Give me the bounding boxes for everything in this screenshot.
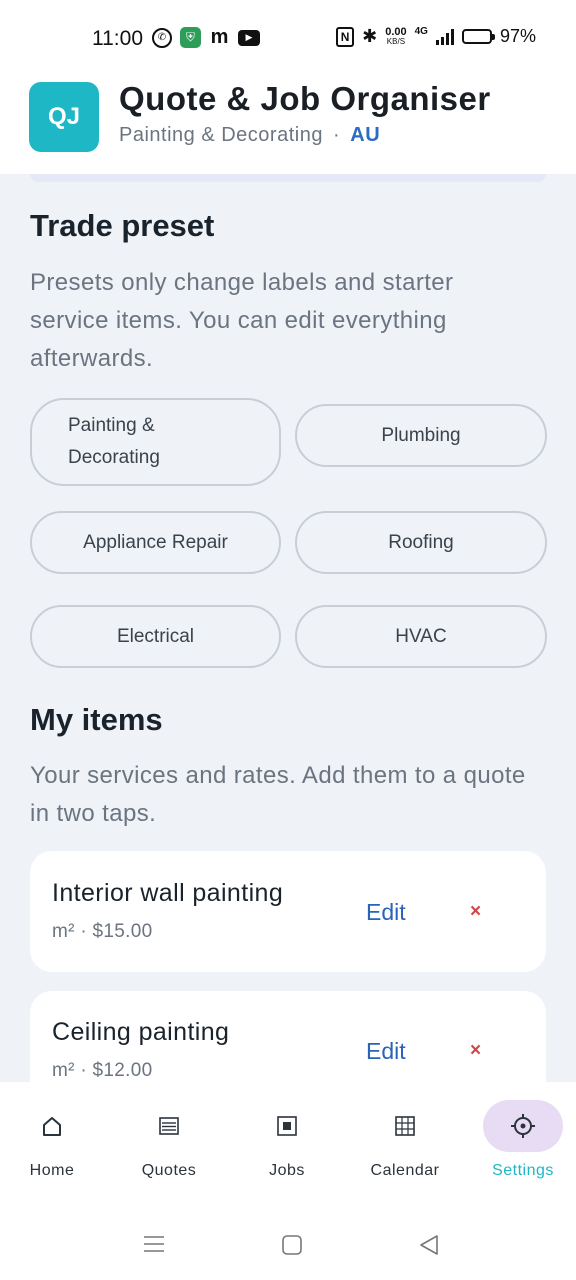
nav-label: Settings	[492, 1162, 554, 1179]
region-code: AU	[350, 124, 381, 146]
nav-calendar[interactable]: Calendar	[355, 1100, 455, 1184]
notification-icons: ✆ ⛨ m ▶	[152, 26, 260, 48]
menu-icon[interactable]	[144, 1235, 164, 1253]
item-meta: m² · $15.00	[52, 921, 153, 942]
item-meta: m² · $12.00	[52, 1060, 153, 1081]
network-type: 4G	[414, 26, 428, 37]
nav-home[interactable]: Home	[2, 1100, 102, 1184]
my-items-title: My items	[30, 702, 163, 737]
preset-chip-painting-decorating[interactable]: Painting & Decorating	[30, 398, 281, 486]
my-items-description: Your services and rates. Add them to a q…	[30, 762, 526, 827]
system-status-icons: N ✱ 0.00 KB/S 4G 97%	[336, 26, 536, 47]
nav-label: Home	[29, 1162, 75, 1179]
battery-percent: 97%	[499, 26, 536, 46]
edit-item-button[interactable]: Edit	[366, 1038, 406, 1065]
nfc-icon: N	[336, 26, 355, 47]
nav-settings-icon-wrap	[483, 1100, 563, 1152]
edit-item-button[interactable]: Edit	[366, 899, 406, 926]
system-navigation-bar	[0, 1200, 576, 1280]
chip-label: Plumbing	[381, 424, 461, 446]
nav-settings[interactable]: Settings	[473, 1100, 573, 1184]
chip-label: Electrical	[116, 625, 195, 647]
viber-icon: ✆	[152, 27, 172, 48]
app-header: QJ Quote & Job Organiser Painting & Deco…	[0, 76, 576, 174]
preset-chip-appliance-repair[interactable]: Appliance Repair	[30, 511, 281, 574]
nav-quotes-icon-wrap	[129, 1100, 209, 1152]
nav-label: Quotes	[141, 1162, 197, 1179]
home-icon	[43, 1117, 61, 1136]
calendar-grid-icon	[395, 1116, 415, 1136]
app-logo: QJ	[29, 82, 99, 152]
nav-label: Calendar	[370, 1162, 440, 1179]
battery-icon	[461, 29, 495, 44]
item-card[interactable]: Interior wall painting m² · $15.00 Edit …	[30, 851, 546, 972]
delete-item-button[interactable]: ×	[470, 1040, 481, 1062]
home-square-icon[interactable]	[282, 1235, 302, 1255]
net-speed-value: 0.00	[385, 25, 407, 38]
bottom-navigation: Home Quotes Jobs Calendar Settings	[0, 1082, 576, 1200]
trade-name: Painting & Decorating	[119, 124, 323, 146]
preset-chip-hvac[interactable]: HVAC	[295, 605, 547, 668]
subtitle-separator: ·	[333, 124, 341, 146]
nav-calendar-icon-wrap	[365, 1100, 445, 1152]
youtube-icon: ▶	[238, 29, 260, 46]
app-title: Quote & Job Organiser	[119, 80, 491, 117]
nav-home-icon-wrap	[12, 1100, 92, 1152]
item-name: Interior wall painting	[52, 879, 284, 907]
previous-card-edge	[30, 174, 546, 182]
preset-chip-roofing[interactable]: Roofing	[295, 511, 547, 574]
gear-icon	[511, 1114, 535, 1138]
shield-icon: ⛨	[180, 27, 201, 48]
nav-jobs[interactable]: Jobs	[237, 1100, 337, 1184]
chip-label: Roofing	[388, 531, 454, 553]
bluetooth-icon: ✱	[362, 26, 378, 46]
trade-preset-title: Trade preset	[30, 208, 215, 243]
delete-item-button[interactable]: ×	[470, 901, 481, 923]
net-speed: 0.00 KB/S	[385, 25, 407, 47]
status-time: 11:00	[92, 27, 143, 50]
trade-preset-description: Presets only change labels and starter s…	[30, 269, 454, 372]
nav-jobs-icon-wrap	[247, 1100, 327, 1152]
item-name: Ceiling painting	[52, 1018, 230, 1046]
nav-label: Jobs	[269, 1162, 305, 1179]
chip-label: Painting & Decorating	[68, 415, 160, 468]
chip-label: Appliance Repair	[83, 531, 228, 553]
list-icon	[159, 1117, 179, 1135]
signal-icon	[435, 28, 454, 45]
nav-quotes[interactable]: Quotes	[119, 1100, 219, 1184]
chip-label: HVAC	[395, 625, 447, 647]
status-bar: 11:00 ✆ ⛨ m ▶ N ✱ 0.00 KB/S 4G 97%	[0, 0, 576, 76]
m-app-icon: m	[210, 26, 229, 48]
preset-chip-plumbing[interactable]: Plumbing	[295, 404, 547, 467]
net-speed-unit: KB/S	[386, 36, 406, 46]
back-triangle-icon[interactable]	[419, 1234, 439, 1256]
app-subtitle: Painting & Decorating · AU	[119, 124, 380, 147]
square-icon	[277, 1116, 297, 1136]
preset-chip-electrical[interactable]: Electrical	[30, 605, 281, 668]
